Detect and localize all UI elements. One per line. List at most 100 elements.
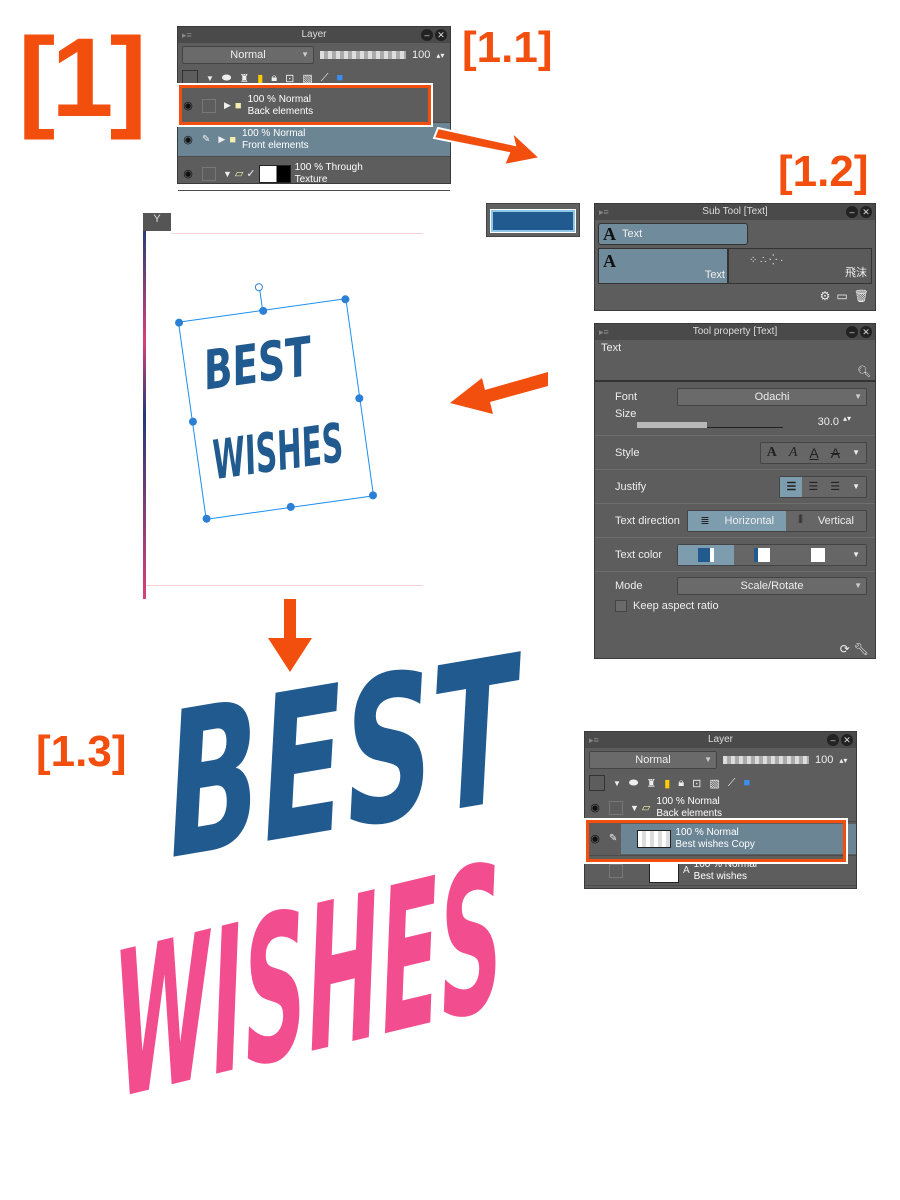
chevron-down-icon[interactable]: ▼ xyxy=(846,545,866,565)
canvas-edge xyxy=(143,231,146,599)
transform-handle[interactable] xyxy=(258,306,268,316)
close-icon[interactable]: ✕ xyxy=(860,206,872,218)
subtool-preset-text[interactable]: A Text xyxy=(598,248,728,284)
color-swatch[interactable] xyxy=(486,203,580,237)
main-color-icon xyxy=(698,547,715,562)
subtool-item-text[interactable]: A Text xyxy=(598,223,748,245)
style-label: Style xyxy=(615,446,640,459)
text-color-buttons[interactable]: ▼ xyxy=(677,543,867,566)
guide-line xyxy=(146,585,423,586)
lock-toggle[interactable] xyxy=(609,863,623,878)
transform-handle[interactable] xyxy=(188,417,198,427)
new-icon[interactable]: ▭ xyxy=(836,289,847,303)
reset-icon[interactable]: ⟳ xyxy=(840,642,850,656)
layer-row[interactable]: ◉ ▼ ▱ 100 % Normal Back elements xyxy=(585,794,856,822)
subtool-label: Text xyxy=(704,269,725,281)
spin-icon[interactable]: ▴▾ xyxy=(839,756,847,765)
blend-mode-select[interactable]: Normal xyxy=(589,751,717,769)
transform-handle[interactable] xyxy=(202,514,212,524)
chevron-down-icon[interactable]: ▼ xyxy=(846,443,866,463)
eye-icon[interactable]: ◉ xyxy=(585,801,605,814)
close-icon[interactable]: ✕ xyxy=(841,734,853,746)
opacity-slider[interactable] xyxy=(723,756,809,764)
vertical-option[interactable]: ⦀ Vertical xyxy=(786,511,866,531)
underline-icon[interactable]: A xyxy=(803,443,824,463)
layer-color-icon[interactable]: ■ xyxy=(743,777,750,789)
magnify-icon[interactable]: 🔍︎ xyxy=(857,365,871,378)
ruler-icon[interactable]: ⟋ xyxy=(728,777,736,790)
guide-line xyxy=(171,233,423,234)
panel-title: Tool property [Text] xyxy=(692,326,778,337)
rotate-handle-line xyxy=(259,289,263,308)
white-color-option[interactable] xyxy=(790,545,846,565)
font-select[interactable]: Odachi xyxy=(677,388,867,406)
canvas[interactable]: Y BEST WISHES xyxy=(143,213,425,599)
bold-icon[interactable]: A xyxy=(761,443,783,463)
text-layer-icon: A xyxy=(683,865,690,876)
tool-name: Text xyxy=(601,342,622,354)
option-label: Horizontal xyxy=(724,514,775,527)
transform-handle[interactable] xyxy=(340,294,350,304)
text-color-label: Text color xyxy=(615,548,663,561)
subtool-label: Text xyxy=(622,228,643,240)
style-buttons[interactable]: A A A A ▼ xyxy=(759,441,867,464)
rotate-handle[interactable] xyxy=(254,282,264,292)
layer-thumbnail xyxy=(649,858,679,883)
panel-grip-icon[interactable]: ▸≡ xyxy=(599,204,609,220)
strikethrough-icon[interactable]: A xyxy=(825,443,846,463)
minimize-icon[interactable]: – xyxy=(846,206,858,218)
size-label: Size xyxy=(615,408,637,420)
transform-handle[interactable] xyxy=(174,318,184,328)
panel-grip-icon[interactable]: ▸≡ xyxy=(589,732,599,748)
transform-handle[interactable] xyxy=(368,490,378,500)
mode-select[interactable]: Scale/Rotate xyxy=(677,577,867,595)
direction-buttons[interactable]: ≣ Horizontal ⦀ Vertical xyxy=(687,509,867,532)
size-value[interactable]: 30.0 xyxy=(818,416,839,428)
sub-color-option[interactable] xyxy=(734,545,790,565)
align-right-icon[interactable]: ☰ xyxy=(824,477,846,497)
lock-icon[interactable]: 🔒︎ xyxy=(678,777,684,790)
keep-aspect-label: Keep aspect ratio xyxy=(633,600,719,612)
white-color-icon xyxy=(811,547,826,562)
minimize-icon[interactable]: – xyxy=(827,734,839,746)
lock-toggle[interactable] xyxy=(609,800,623,815)
draft-icon[interactable]: ▮ xyxy=(664,777,670,790)
minimize-icon[interactable]: – xyxy=(846,326,858,338)
opacity-value[interactable]: 100 xyxy=(815,754,833,766)
transform-box[interactable]: BEST WISHES xyxy=(174,282,378,524)
subtool-panel: ▸≡ Sub Tool [Text] – ✕ A Text A Text ⁘ ∴ ⁛ · 飛… xyxy=(594,203,876,311)
spin-icon[interactable]: ▴▾ xyxy=(843,414,851,423)
lock-alpha-icon[interactable]: ⊡ xyxy=(692,777,701,790)
text-tool-icon: A xyxy=(603,223,616,244)
settings-icon[interactable]: ⚙ xyxy=(820,289,831,303)
canvas-tool-icon[interactable]: Y xyxy=(143,213,171,231)
option-label: Vertical xyxy=(817,514,854,527)
reference-icon[interactable]: ♜ xyxy=(646,777,656,790)
keep-aspect-checkbox[interactable] xyxy=(615,600,627,612)
wrench-icon[interactable]: 🔧︎ xyxy=(854,642,869,656)
mask-icon[interactable]: ▧ xyxy=(709,777,719,790)
trash-icon[interactable]: 🗑︎ xyxy=(854,289,869,303)
align-left-icon[interactable]: ☰ xyxy=(780,476,803,497)
panel-grip-icon[interactable]: ▸≡ xyxy=(599,324,609,340)
collapse-icon[interactable]: ▼ xyxy=(630,803,639,813)
justify-buttons[interactable]: ☰ ☰ ☰ ▼ xyxy=(779,475,867,498)
transform-handle[interactable] xyxy=(286,502,296,512)
layer-name: Back elements xyxy=(656,807,722,819)
chevron-down-icon[interactable]: ▼ xyxy=(613,779,621,788)
chevron-down-icon[interactable]: ▼ xyxy=(846,477,866,497)
align-center-icon[interactable]: ☰ xyxy=(802,477,824,497)
italic-icon[interactable]: A xyxy=(783,443,804,463)
main-color-option[interactable] xyxy=(678,544,735,565)
subtool-brush-preview[interactable]: ⁘ ∴ ⁛ · 飛沫 xyxy=(728,248,872,284)
size-slider[interactable] xyxy=(637,422,783,428)
horizontal-option[interactable]: ≣ Horizontal xyxy=(688,510,787,531)
transform-handle[interactable] xyxy=(354,393,364,403)
layer-panel-2: ▸≡Layer–✕ Normal 100▴▾ ▼ ⬬♜▮🔒︎⊡▧⟋■ ◉▼▱10… xyxy=(584,731,857,889)
layer-meta: 100 % Normal xyxy=(656,795,720,807)
close-icon[interactable]: ✕ xyxy=(860,326,872,338)
layer-color-box[interactable] xyxy=(589,775,605,791)
direction-label: Text direction xyxy=(615,514,680,527)
text-line-wishes: WISHES xyxy=(208,411,348,493)
clipping-icon[interactable]: ⬬ xyxy=(629,777,638,790)
